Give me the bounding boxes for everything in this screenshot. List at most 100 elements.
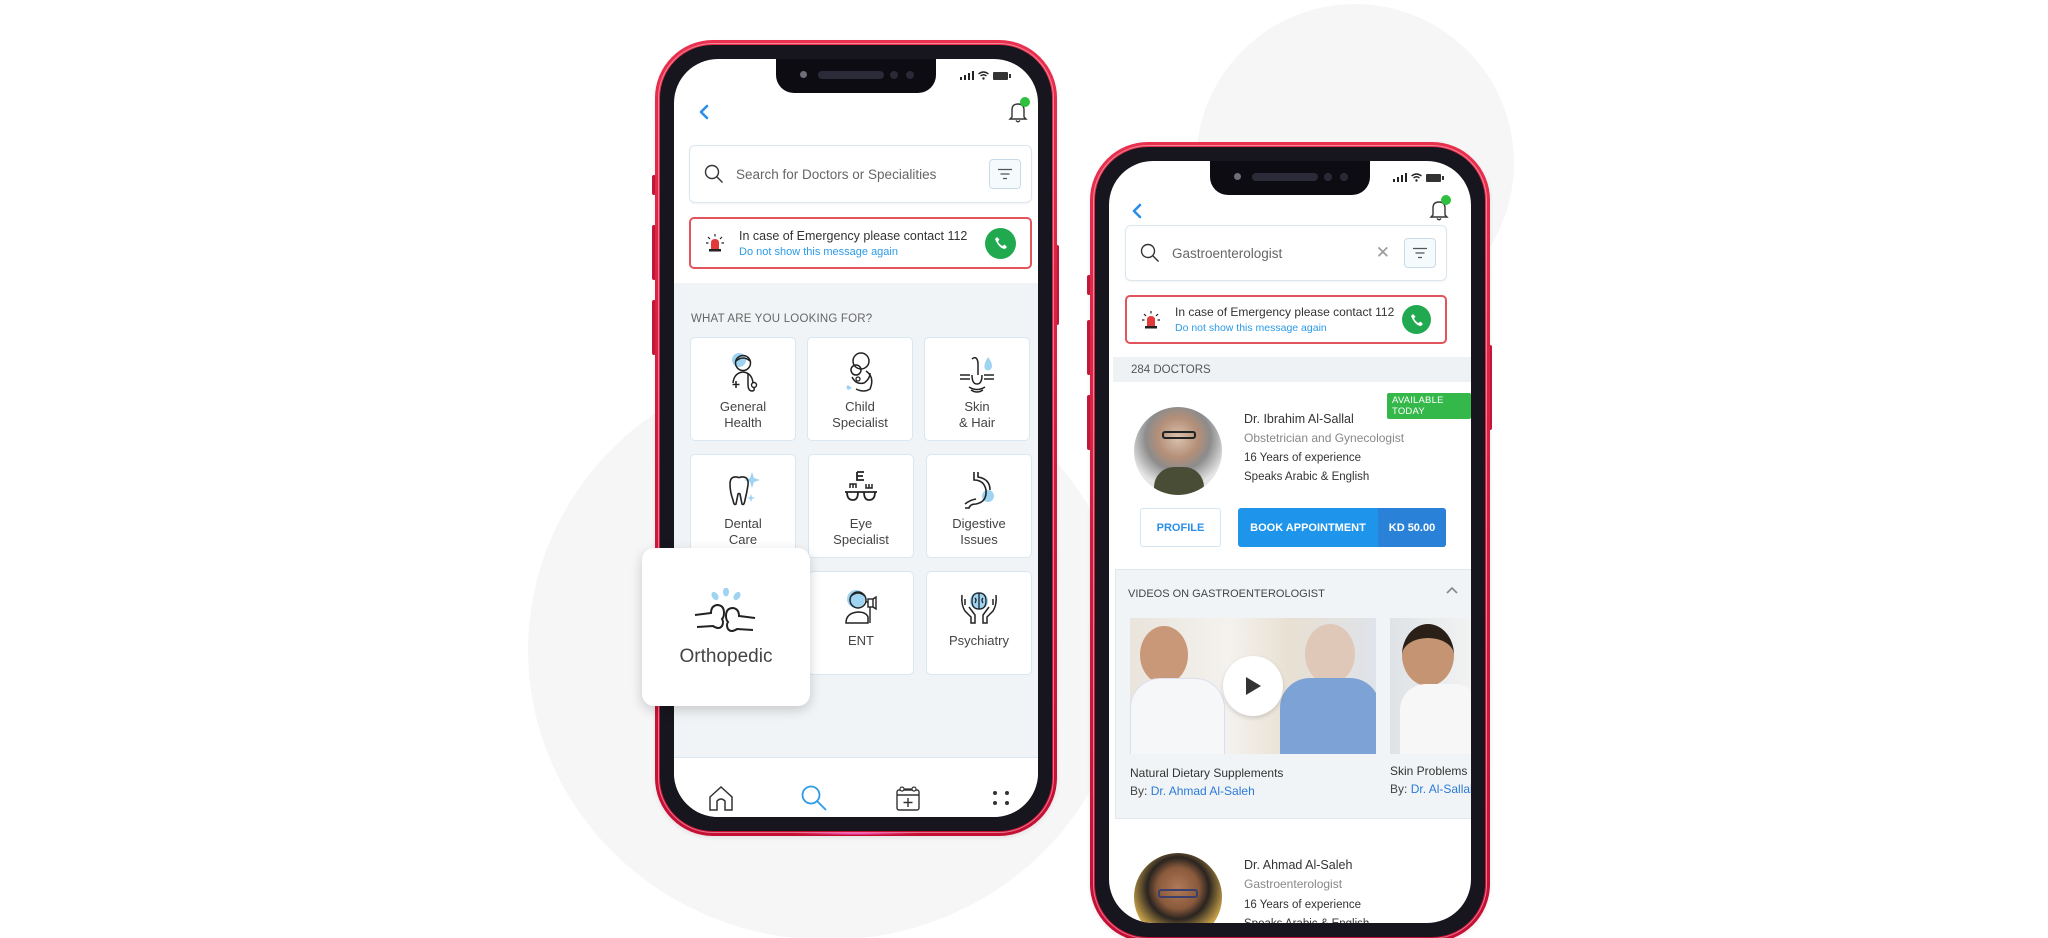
thumb-shirt <box>1280 678 1376 754</box>
category-digestive-issues[interactable]: Digestive Issues <box>926 454 1032 558</box>
sensor-dot <box>906 71 914 79</box>
avatar-shirt <box>1154 467 1204 495</box>
mother-child-icon <box>846 352 873 392</box>
category-label: Skin & Hair <box>958 399 996 430</box>
siren-icon <box>1142 310 1160 328</box>
notification-button[interactable] <box>1429 195 1451 221</box>
notification-button[interactable] <box>1008 97 1030 123</box>
category-label: Dental Care <box>724 516 762 547</box>
back-button[interactable] <box>1131 203 1143 219</box>
category-child-specialist[interactable]: Child Specialist <box>807 337 913 441</box>
dismiss-message-link[interactable]: Do not show this message again <box>1175 322 1402 334</box>
search-value: Gastroenterologist <box>1172 245 1283 261</box>
highlighted-category-orthopedic[interactable]: Orthopedic <box>642 548 810 706</box>
doctor-languages: Speaks Arabic & English <box>1244 471 1370 483</box>
thumb-person <box>1402 624 1454 686</box>
call-emergency-button[interactable] <box>1402 305 1431 334</box>
play-button[interactable] <box>1223 656 1283 716</box>
doctor-languages: Speaks Arabic & English <box>1244 918 1369 923</box>
phone-icon <box>1410 313 1423 326</box>
doctor-avatar[interactable] <box>1134 407 1222 495</box>
battery-icon <box>1426 173 1444 182</box>
brain-hands-icon <box>961 592 997 624</box>
doctor-experience: 16 Years of experience <box>1244 899 1362 911</box>
speaker-grille <box>1252 173 1318 181</box>
emergency-banner: In case of Emergency please contact 112 … <box>1125 295 1447 344</box>
video-title[interactable]: Natural Dietary Supplements <box>1130 766 1283 780</box>
phone-notch <box>1210 161 1370 195</box>
results-count: 284 DOCTORS <box>1113 357 1471 382</box>
collapse-chevron-icon[interactable] <box>1446 586 1458 594</box>
signal-icon <box>959 71 974 80</box>
dismiss-message-link[interactable]: Do not show this message again <box>739 246 985 258</box>
video-author-link[interactable]: Dr. Ahmad Al-Saleh <box>1151 784 1255 798</box>
video-author-link[interactable]: Dr. Al-Sallal <box>1411 782 1471 796</box>
emergency-message: In case of Emergency please contact 112 <box>739 228 968 243</box>
hair-follicle-icon <box>960 356 994 393</box>
book-appointment-button[interactable]: BOOK APPOINTMENT KD 50.00 <box>1238 508 1446 547</box>
phone-notch <box>776 59 936 93</box>
filter-button[interactable] <box>989 159 1021 189</box>
status-bar <box>959 71 1011 80</box>
video-by-label: By: <box>1390 782 1408 796</box>
category-eye-specialist[interactable]: Eye Specialist <box>808 454 914 558</box>
sensor-dot <box>890 71 898 79</box>
search-input[interactable]: Gastroenterologist ✕ <box>1125 225 1447 281</box>
search-icon <box>704 164 723 183</box>
siren-icon <box>706 234 724 252</box>
videos-title: VIDEOS ON GASTROENTEROLOGIST <box>1128 588 1325 600</box>
clear-search-button[interactable]: ✕ <box>1376 243 1390 263</box>
category-skin-hair[interactable]: Skin & Hair <box>924 337 1030 441</box>
category-label: ENT <box>848 633 874 648</box>
grid-dots-icon[interactable] <box>987 784 1015 812</box>
video-title[interactable]: Skin Problems <box>1390 764 1471 778</box>
home-icon[interactable] <box>707 784 735 812</box>
doctor-name[interactable]: Dr. Ibrahim Al-Sallal <box>1244 412 1354 426</box>
camera-dot <box>1234 173 1241 180</box>
play-icon <box>1246 677 1261 695</box>
category-ent[interactable]: ENT <box>808 571 914 675</box>
ent-icon <box>845 590 877 624</box>
category-general-health[interactable]: General Health <box>690 337 796 441</box>
search-placeholder: Search for Doctors or Specialities <box>736 166 937 182</box>
video-thumbnail[interactable] <box>1130 618 1376 754</box>
thumb-shirt <box>1400 684 1471 754</box>
videos-section: VIDEOS ON GASTROENTEROLOGIST Natural Die… <box>1115 569 1471 819</box>
wifi-icon <box>978 71 989 80</box>
status-bar <box>1392 173 1444 182</box>
speaker-grille <box>818 71 884 79</box>
profile-button[interactable]: PROFILE <box>1140 508 1221 547</box>
phone-frame-right: Gastroenterologist ✕ In case of Emergenc… <box>1090 142 1490 938</box>
results-screen: Gastroenterologist ✕ In case of Emergenc… <box>1109 161 1471 923</box>
search-icon[interactable] <box>800 784 828 812</box>
filter-icon <box>998 168 1012 180</box>
emergency-banner: In case of Emergency please contact 112 … <box>689 217 1032 269</box>
bottom-navigation <box>674 757 1038 817</box>
category-dental-care[interactable]: Dental Care <box>690 454 796 558</box>
call-emergency-button[interactable] <box>985 227 1016 259</box>
video-thumbnail[interactable] <box>1390 618 1471 754</box>
thumb-person <box>1305 624 1355 684</box>
filter-button[interactable] <box>1404 238 1436 268</box>
sensor-dot <box>1340 173 1348 181</box>
appointment-price: KD 50.00 <box>1378 508 1446 547</box>
doctor-name[interactable]: Dr. Ahmad Al-Saleh <box>1244 858 1352 872</box>
video-author: By: Dr. Al-Sallal <box>1390 782 1471 796</box>
available-today-badge: AVAILABLE TODAY <box>1387 393 1471 419</box>
phone-bezel: Search for Doctors or Specialities In ca… <box>660 45 1052 831</box>
doctor-experience: 16 Years of experience <box>1244 452 1362 464</box>
video-by-label: By: <box>1130 784 1148 798</box>
back-button[interactable] <box>698 104 710 120</box>
avatar-glasses <box>1162 431 1196 439</box>
battery-icon <box>993 71 1011 80</box>
section-title: WHAT ARE YOU LOOKING FOR? <box>691 313 873 325</box>
category-psychiatry[interactable]: Psychiatry <box>926 571 1032 675</box>
avatar-glasses <box>1158 889 1198 898</box>
notification-badge <box>1441 195 1451 205</box>
search-icon <box>1140 243 1159 262</box>
calendar-add-icon[interactable] <box>894 784 922 812</box>
phone-icon <box>994 237 1007 249</box>
search-input[interactable]: Search for Doctors or Specialities <box>689 145 1032 203</box>
thumb-coat <box>1130 678 1225 754</box>
doctor-avatar[interactable] <box>1134 853 1222 923</box>
